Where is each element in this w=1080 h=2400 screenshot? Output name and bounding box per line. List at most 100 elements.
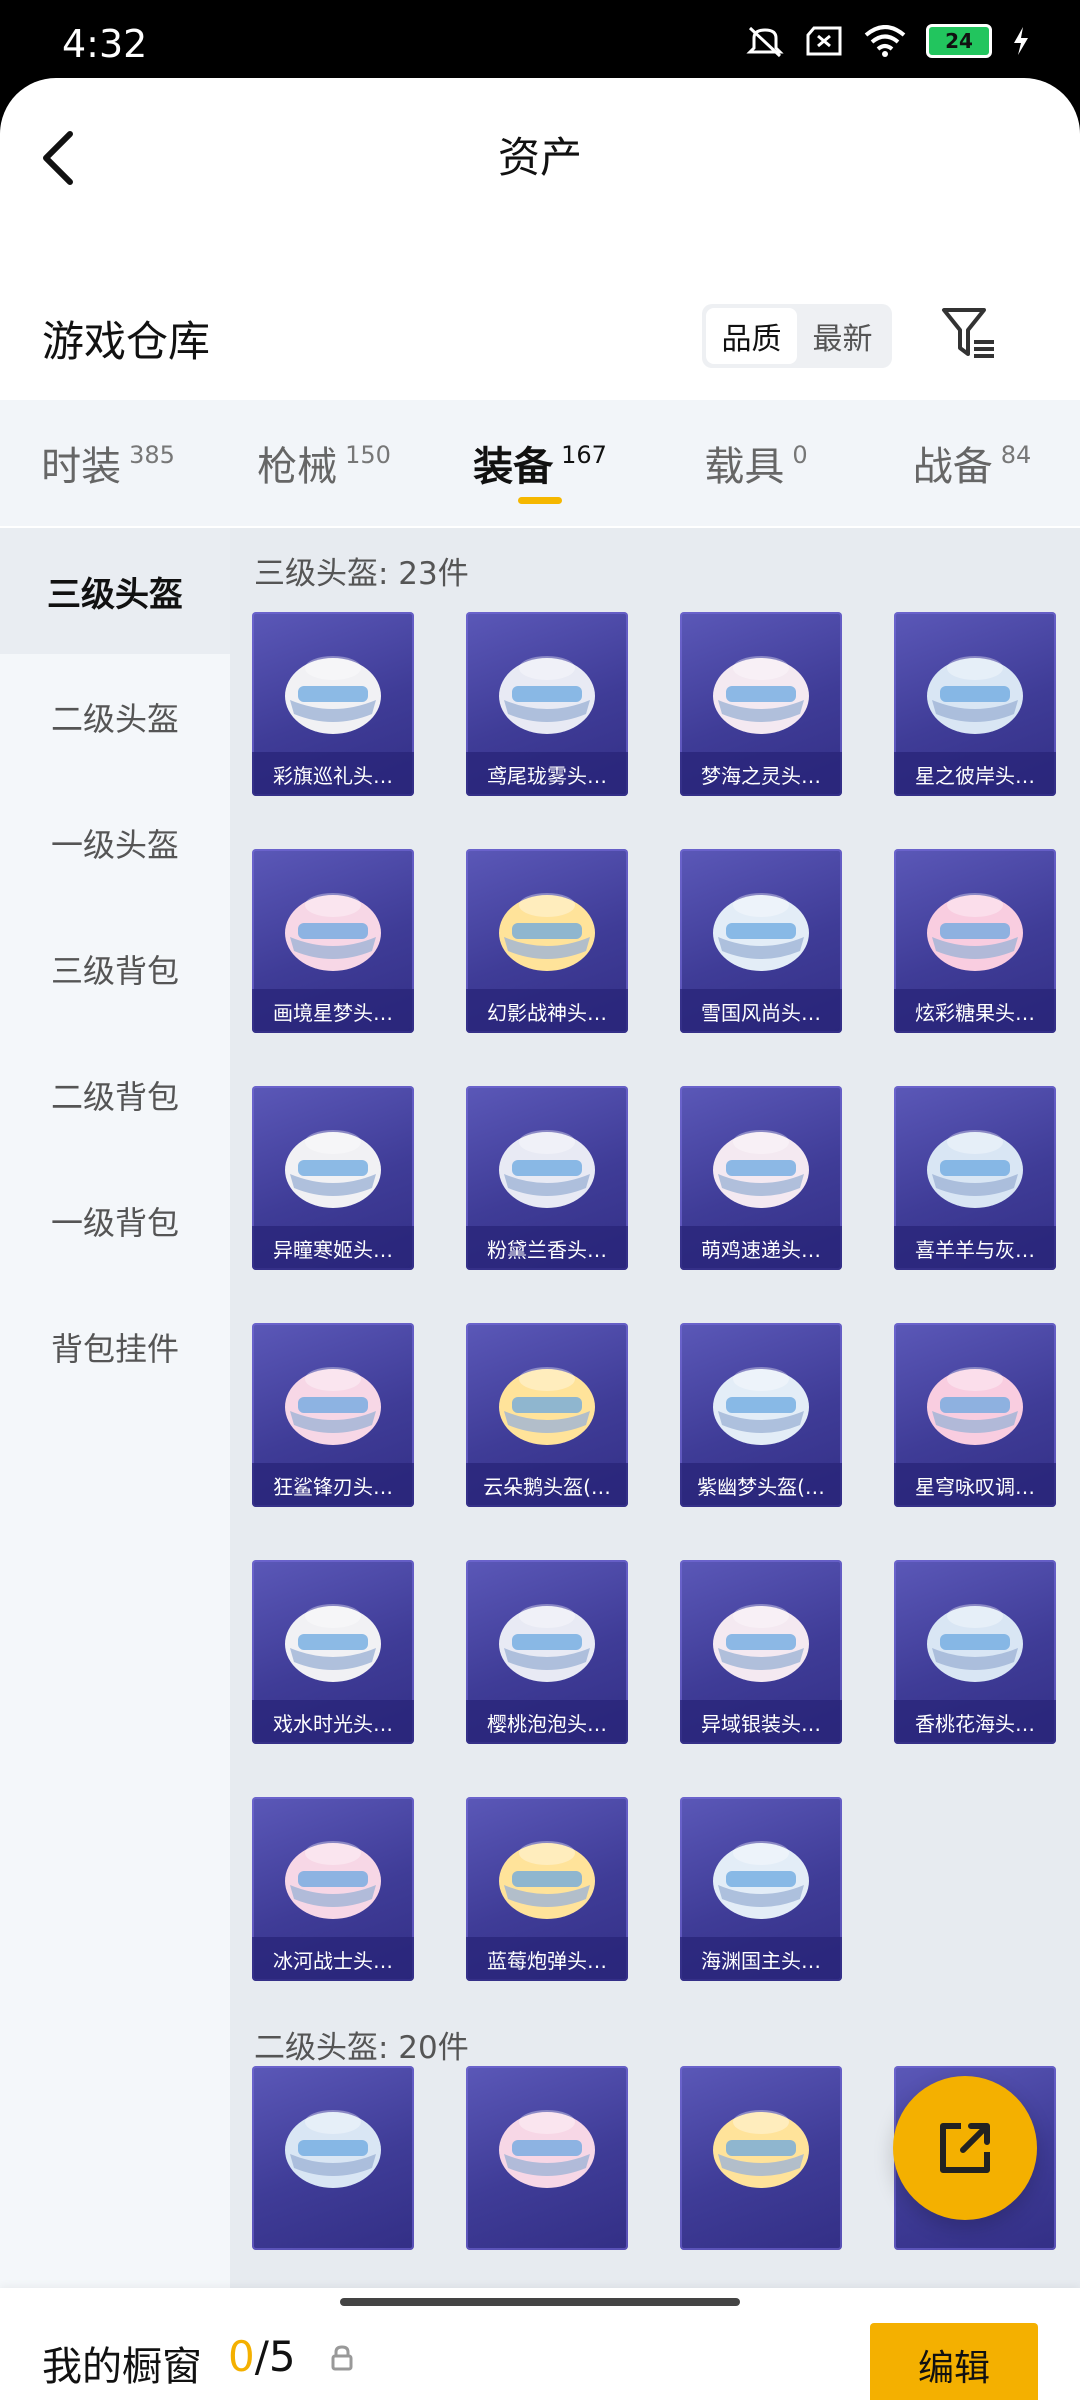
helmet-icon <box>499 1604 595 1682</box>
tab-supplies[interactable]: 战备 84 <box>864 400 1080 526</box>
item-card[interactable] <box>680 2066 842 2250</box>
sidebar-item-level1-backpack[interactable]: 一级背包 <box>0 1158 230 1284</box>
active-tab-indicator <box>518 497 562 504</box>
item-name: 狂鲨锋刃头… <box>252 1463 414 1507</box>
status-time: 4:32 <box>62 22 148 66</box>
category-tabs: 时装 385 枪械 150 装备 167 载具 0 战备 84 <box>0 400 1080 526</box>
sort-option-newest[interactable]: 最新 <box>797 308 888 364</box>
item-card[interactable]: 香桃花海头… <box>894 1560 1056 1744</box>
helmet-icon <box>713 2110 809 2188</box>
helmet-icon <box>499 893 595 971</box>
item-card[interactable]: 鸢尾珑雾头… <box>466 612 628 796</box>
status-icons: 24 <box>746 24 1030 58</box>
subcategory-sidebar: 三级头盔 二级头盔 一级头盔 三级背包 二级背包 一级背包 背包挂件 <box>0 528 230 2288</box>
item-name: 喜羊羊与灰… <box>894 1226 1056 1270</box>
item-card[interactable]: 萌鸡速递头… <box>680 1086 842 1270</box>
item-name: 幻影战神头… <box>466 989 628 1033</box>
item-name: 香桃花海头… <box>894 1700 1056 1744</box>
helmet-icon <box>285 656 381 734</box>
home-indicator <box>340 2298 740 2306</box>
section-title-level3: 三级头盔: 23件 <box>254 556 469 592</box>
showcase-label: 我的橱窗 <box>42 2344 202 2390</box>
helmet-icon <box>285 2110 381 2188</box>
item-name: 戏水时光头… <box>252 1700 414 1744</box>
sidebar-item-level3-backpack[interactable]: 三级背包 <box>0 906 230 1032</box>
sort-toggle: 品质 最新 <box>702 304 892 368</box>
tab-vehicles[interactable]: 载具 0 <box>648 400 864 526</box>
sidebar-item-level1-helmet[interactable]: 一级头盔 <box>0 780 230 906</box>
item-name: 异域银装头… <box>680 1700 842 1744</box>
page-title: 资产 <box>497 133 582 182</box>
sidebar-item-backpack-charm[interactable]: 背包挂件 <box>0 1284 230 1410</box>
item-card[interactable]: 紫幽梦头盔(… <box>680 1323 842 1507</box>
item-card[interactable]: 星之彼岸头… <box>894 612 1056 796</box>
item-card[interactable]: 樱桃泡泡头… <box>466 1560 628 1744</box>
item-card[interactable]: 粉黛兰香头… <box>466 1086 628 1270</box>
helmet-icon <box>285 1604 381 1682</box>
item-grid: 三级头盔: 23件 二级头盔: 20件 彩旗巡礼头… 鸢尾珑雾头… 梦海之灵头… 星之… <box>230 528 1080 2288</box>
helmet-icon <box>499 1130 595 1208</box>
item-name: 鸢尾珑雾头… <box>466 752 628 796</box>
helmet-icon <box>927 1604 1023 1682</box>
sidebar-item-level2-backpack[interactable]: 二级背包 <box>0 1032 230 1158</box>
helmet-icon <box>713 893 809 971</box>
helmet-icon <box>927 656 1023 734</box>
tab-fashion[interactable]: 时装 385 <box>0 400 216 526</box>
share-fab[interactable] <box>893 2076 1037 2220</box>
helmet-icon <box>713 1130 809 1208</box>
item-card[interactable]: 幻影战神头… <box>466 849 628 1033</box>
item-card[interactable]: 云朵鹅头盔(… <box>466 1323 628 1507</box>
item-card[interactable]: 异瞳寒姬头… <box>252 1086 414 1270</box>
battery-icon: 24 <box>926 24 992 58</box>
item-card[interactable] <box>466 2066 628 2250</box>
item-card[interactable]: 炫彩糖果头… <box>894 849 1056 1033</box>
no-sim-icon <box>806 26 842 56</box>
item-name: 炫彩糖果头… <box>894 989 1056 1033</box>
item-name: 粉黛兰香头… <box>466 1226 628 1270</box>
showcase-count: 0/5 <box>228 2332 296 2381</box>
filter-icon[interactable] <box>940 306 996 362</box>
item-card[interactable]: 画境星梦头… <box>252 849 414 1033</box>
mute-icon <box>746 26 784 58</box>
helmet-icon <box>927 893 1023 971</box>
item-card[interactable]: 梦海之灵头… <box>680 612 842 796</box>
item-card[interactable]: 异域银装头… <box>680 1560 842 1744</box>
item-name: 画境星梦头… <box>252 989 414 1033</box>
item-card[interactable]: 冰河战士头… <box>252 1797 414 1981</box>
helmet-icon <box>285 1841 381 1919</box>
edit-button[interactable]: 编辑 <box>870 2323 1038 2400</box>
sidebar-item-level2-helmet[interactable]: 二级头盔 <box>0 654 230 780</box>
item-name: 紫幽梦头盔(… <box>680 1463 842 1507</box>
item-card[interactable]: 雪国风尚头… <box>680 849 842 1033</box>
sidebar-item-level3-helmet[interactable]: 三级头盔 <box>0 528 230 654</box>
app-screen: 资产 游戏仓库 品质 最新 时装 385 枪械 150 装备 167 载具 0 <box>0 78 1080 2400</box>
item-name: 海渊国主头… <box>680 1937 842 1981</box>
item-name: 冰河战士头… <box>252 1937 414 1981</box>
item-name: 萌鸡速递头… <box>680 1226 842 1270</box>
tab-weapons[interactable]: 枪械 150 <box>216 400 432 526</box>
item-name: 梦海之灵头… <box>680 752 842 796</box>
item-card[interactable]: 蓝莓炮弹头… <box>466 1797 628 1981</box>
item-name: 云朵鹅头盔(… <box>466 1463 628 1507</box>
item-name: 蓝莓炮弹头… <box>466 1937 628 1981</box>
helmet-icon <box>285 893 381 971</box>
item-name: 星之彼岸头… <box>894 752 1056 796</box>
item-name: 雪国风尚头… <box>680 989 842 1033</box>
item-card[interactable] <box>252 2066 414 2250</box>
item-card[interactable]: 彩旗巡礼头… <box>252 612 414 796</box>
tab-equipment[interactable]: 装备 167 <box>432 400 648 526</box>
item-card[interactable]: 狂鲨锋刃头… <box>252 1323 414 1507</box>
item-card[interactable]: 星穹咏叹调… <box>894 1323 1056 1507</box>
wifi-icon <box>864 25 906 57</box>
sort-option-quality[interactable]: 品质 <box>706 308 797 364</box>
item-name: 彩旗巡礼头… <box>252 752 414 796</box>
top-bar: 资产 <box>0 78 1080 228</box>
status-bar: 4:32 24 <box>0 0 1080 80</box>
item-card[interactable]: 海渊国主头… <box>680 1797 842 1981</box>
item-card[interactable]: 喜羊羊与灰… <box>894 1086 1056 1270</box>
helmet-icon <box>713 1367 809 1445</box>
item-name: 异瞳寒姬头… <box>252 1226 414 1270</box>
item-card[interactable]: 戏水时光头… <box>252 1560 414 1744</box>
section-title-level2: 二级头盔: 20件 <box>254 2030 469 2066</box>
helmet-icon <box>499 2110 595 2188</box>
